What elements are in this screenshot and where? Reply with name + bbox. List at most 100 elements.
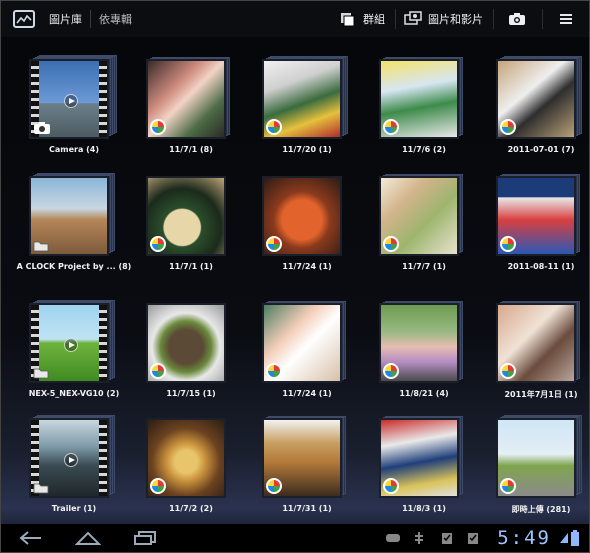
task-icon	[442, 533, 452, 544]
picasa-icon	[266, 119, 282, 135]
task-icon	[468, 533, 478, 544]
album-stack	[262, 56, 348, 141]
album-thumbnail[interactable]	[146, 418, 226, 498]
album-stack	[379, 301, 463, 385]
album-thumbnail[interactable]	[262, 418, 342, 498]
picasa-icon	[150, 478, 166, 494]
picasa-icon	[383, 119, 399, 135]
picasa-icon	[266, 236, 282, 252]
album-caption: 11/7/20 (1)	[282, 145, 332, 154]
picasa-icon	[266, 478, 282, 494]
picasa-icon	[500, 119, 516, 135]
group-button[interactable]: 群組	[339, 11, 385, 27]
picasa-icon	[150, 363, 166, 379]
menu-icon	[560, 14, 572, 24]
folder-icon	[33, 368, 49, 379]
action-bar: 圖片庫 依專輯 群組 圖片和影片	[1, 1, 589, 37]
media-filter-button[interactable]: 圖片和影片	[404, 11, 483, 27]
camera-icon	[34, 122, 50, 134]
album-stack	[146, 57, 230, 141]
album-thumbnail[interactable]	[379, 303, 459, 383]
recent-apps-icon[interactable]	[133, 530, 159, 546]
action-divider	[542, 9, 543, 29]
album-caption: 11/7/1 (1)	[169, 262, 213, 271]
battery-icon	[571, 530, 579, 546]
album-caption: 11/7/6 (2)	[402, 145, 446, 154]
album-caption: NEX-5_NEX-VG10 (2)	[28, 389, 120, 398]
album-thumbnail[interactable]	[29, 176, 109, 256]
gallery-icon[interactable]	[13, 10, 35, 28]
album-thumbnail[interactable]	[29, 418, 109, 498]
gallery-app: 圖片庫 依專輯 群組 圖片和影片 Camera (4) 11/7/1 (8) 1…	[0, 0, 590, 553]
album-thumbnail[interactable]	[496, 176, 576, 256]
album-thumbnail[interactable]	[262, 176, 342, 256]
film-strip	[99, 61, 107, 137]
album-stack	[29, 300, 115, 385]
album-stack	[29, 173, 115, 258]
album-caption: 2011-08-11 (1)	[507, 262, 575, 271]
album-caption: Trailer (1)	[51, 504, 97, 513]
group-icon	[341, 13, 355, 27]
album-caption: 11/7/31 (1)	[282, 504, 332, 513]
film-strip	[99, 305, 107, 381]
picasa-icon	[383, 478, 399, 494]
album-thumbnail[interactable]	[379, 176, 459, 256]
media-filter-label: 圖片和影片	[428, 13, 483, 26]
album-caption: 即時上傳 (281)	[511, 505, 571, 514]
album-thumbnail[interactable]	[379, 418, 459, 498]
album-caption: 11/7/1 (8)	[169, 145, 213, 154]
home-icon[interactable]	[75, 530, 101, 546]
album-stack	[496, 174, 580, 258]
group-label: 群組	[363, 13, 385, 26]
album-thumbnail[interactable]	[29, 303, 109, 383]
clock: 5:49	[497, 527, 551, 549]
album-thumbnail[interactable]	[496, 303, 576, 383]
nav-divider	[90, 10, 91, 28]
picasa-icon	[266, 363, 282, 379]
picasa-icon	[500, 363, 516, 379]
album-caption: 2011-07-01 (7)	[507, 145, 575, 154]
album-stack	[262, 301, 346, 385]
album-thumbnail[interactable]	[146, 303, 226, 383]
album-caption: Camera (4)	[48, 145, 100, 154]
picasa-icon	[150, 236, 166, 252]
usb-icon	[415, 532, 423, 544]
photo-video-icon	[404, 11, 422, 25]
album-stack	[379, 174, 463, 258]
album-caption: A CLOCK Project by ... (8)	[16, 262, 132, 271]
album-caption: 11/8/3 (1)	[402, 504, 446, 513]
system-bar: 5:49	[1, 524, 589, 552]
album-thumbnail[interactable]	[379, 59, 459, 139]
album-thumbnail[interactable]	[496, 418, 576, 498]
album-stack	[262, 176, 344, 258]
play-icon	[64, 453, 78, 467]
album-thumbnail[interactable]	[146, 176, 226, 256]
album-stack	[262, 416, 346, 500]
picasa-icon	[150, 119, 166, 135]
album-caption: 2011年7月1日 (1)	[504, 390, 578, 399]
play-icon	[64, 94, 78, 108]
camera-button[interactable]	[508, 11, 532, 27]
film-strip	[99, 420, 107, 496]
album-thumbnail[interactable]	[262, 59, 342, 139]
album-stack	[379, 416, 463, 500]
album-caption: 11/7/24 (1)	[282, 389, 332, 398]
action-divider	[395, 9, 396, 29]
action-divider	[493, 9, 494, 29]
album-thumbnail[interactable]	[262, 303, 342, 383]
album-thumbnail[interactable]	[29, 59, 109, 139]
album-thumbnail[interactable]	[146, 59, 226, 139]
picasa-icon	[500, 236, 516, 252]
menu-button[interactable]	[557, 11, 581, 27]
picasa-icon	[383, 236, 399, 252]
nav-by-album-dropdown[interactable]: 依專輯	[99, 11, 132, 27]
album-stack	[146, 303, 228, 385]
album-caption: 11/7/7 (1)	[402, 262, 446, 271]
camera-icon	[509, 13, 525, 25]
back-icon[interactable]	[19, 530, 43, 546]
nav-gallery-label[interactable]: 圖片庫	[49, 11, 82, 27]
action-bar-left: 圖片庫 依專輯	[13, 7, 132, 31]
game-icon	[386, 534, 400, 542]
wifi-icon	[560, 533, 568, 543]
album-thumbnail[interactable]	[496, 59, 576, 139]
